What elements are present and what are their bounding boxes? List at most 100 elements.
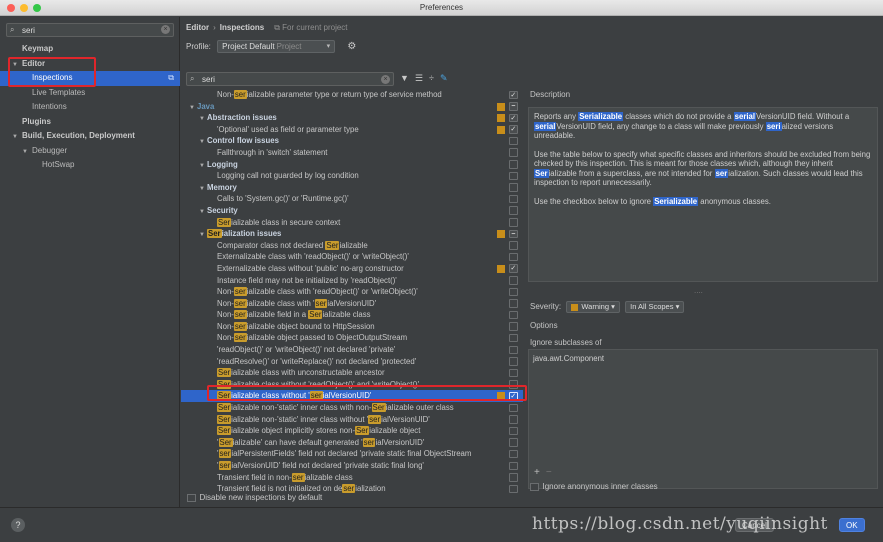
inspection-row[interactable]: Calls to 'System.gc()' or 'Runtime.gc()' [181,193,523,205]
enable-checkbox[interactable] [509,136,518,146]
sidebar-item-keymap[interactable]: Keymap [0,42,180,57]
inspections-search[interactable]: ⌕ × [186,72,394,86]
expanded-arrow-icon[interactable]: ▼ [12,58,22,73]
ignore-anonymous-checkbox[interactable] [530,482,539,492]
enable-checkbox[interactable] [509,171,518,181]
inspection-row[interactable]: 'serialPersistentFields' field not decla… [181,448,523,460]
remove-icon[interactable]: − [546,467,552,478]
inspection-row[interactable]: Serializable class without 'readObject()… [181,379,523,391]
inspection-category[interactable]: ▼ Memory [181,182,523,194]
add-icon[interactable]: + [534,467,540,478]
inspection-row[interactable]: Serializable class in secure context [181,217,523,229]
inspection-row[interactable]: Comparator class not declared Serializab… [181,240,523,252]
enable-checkbox[interactable]: ✓ [509,264,518,273]
gear-icon[interactable]: ⚙ [347,41,356,52]
sidebar-item-debugger[interactable]: ▼ Debugger [0,144,180,159]
inspection-row[interactable]: Externalizable class with 'readObject()'… [181,251,523,263]
sidebar-item-hotswap[interactable]: HotSwap [0,158,180,173]
inspection-row[interactable]: Serializable class without 'serialVersio… [181,390,523,403]
enable-checkbox[interactable] [509,438,518,447]
severity-dropdown[interactable]: Warning ▾ [566,301,620,313]
enable-checkbox[interactable] [509,287,518,297]
inspection-row[interactable]: Non-serializable object bound to HttpSes… [181,321,523,333]
enable-checkbox[interactable] [509,206,518,215]
enable-checkbox[interactable] [509,194,518,204]
enable-checkbox[interactable] [509,218,518,227]
clear-search-icon[interactable]: × [381,75,390,84]
enable-checkbox[interactable] [509,380,518,389]
inspection-category[interactable]: ▼ Abstraction issues ✓ [181,112,523,124]
ignore-subclasses-list[interactable]: java.awt.Component [528,349,878,489]
expanded-arrow-icon[interactable]: ▼ [22,145,32,160]
inspections-search-input[interactable] [202,74,352,85]
inspection-row[interactable]: Externalizable class without 'public' no… [181,263,523,275]
inspection-row[interactable]: Transient field in non-serializable clas… [181,472,523,484]
sidebar-item-inspections[interactable]: Inspections ⧉ [0,71,180,86]
expand-all-icon[interactable]: ☰ [415,73,423,84]
enable-checkbox[interactable] [509,426,518,436]
enable-checkbox[interactable] [509,299,518,308]
enable-checkbox[interactable]: ✓ [509,125,518,134]
inspection-row[interactable]: Instance field may not be initialized by… [181,275,523,287]
enable-checkbox[interactable] [509,415,518,424]
enable-checkbox[interactable] [509,333,518,343]
enable-checkbox[interactable]: ✓ [509,90,518,99]
inspection-row[interactable]: 'Optional' used as field or parameter ty… [181,124,523,136]
enable-checkbox[interactable] [509,345,518,355]
sidebar-item-intentions[interactable]: Intentions [0,100,180,115]
enable-checkbox[interactable] [509,461,518,470]
inspection-row[interactable]: 'Serializable' can have default generate… [181,437,523,449]
inspection-row[interactable]: Non-serializable field in a Serializable… [181,309,523,321]
filter-icon[interactable]: ▼ [400,73,409,83]
splitter-handle[interactable]: .... [694,286,703,295]
enable-checkbox[interactable] [509,484,518,494]
reset-broom-icon[interactable]: ✎ [440,73,448,84]
enable-checkbox[interactable]: ✓ [509,113,518,123]
inspection-row[interactable]: Serializable non-'static' inner class wi… [181,414,523,426]
inspection-row[interactable]: Non-serializable class with 'serialVersi… [181,298,523,310]
sidebar-item-editor[interactable]: ▼ Editor [0,57,180,72]
enable-checkbox[interactable] [509,357,518,366]
profile-dropdown[interactable]: Project Default Project ▾ [217,40,336,53]
enable-checkbox[interactable]: − [509,229,518,239]
enable-checkbox[interactable] [509,449,518,459]
inspection-row[interactable]: Non-serializable object passed to Object… [181,332,523,344]
ignore-list-item[interactable]: java.awt.Component [533,354,873,363]
scope-dropdown[interactable]: In All Scopes ▾ [625,301,685,313]
enable-checkbox[interactable] [509,160,518,169]
inspection-row[interactable]: 'serialVersionUID' field not declared 'p… [181,460,523,472]
enable-checkbox[interactable]: ✓ [509,391,518,401]
disable-new-checkbox[interactable] [187,493,196,503]
disable-new-inspections[interactable]: Disable new inspections by default [187,493,322,503]
enable-checkbox[interactable] [509,252,518,262]
expanded-arrow-icon[interactable]: ▼ [12,130,22,145]
help-button[interactable]: ? [11,518,25,532]
inspection-row[interactable]: Serializable non-'static' inner class wi… [181,402,523,414]
inspection-row[interactable]: Serializable class with unconstructable … [181,367,523,379]
sidebar-item-plugins[interactable]: Plugins [0,115,180,130]
enable-checkbox[interactable] [509,368,518,378]
enable-checkbox[interactable] [509,241,518,250]
enable-checkbox[interactable] [509,403,518,413]
enable-checkbox[interactable] [509,322,518,331]
settings-search-input[interactable] [22,25,152,36]
enable-checkbox[interactable] [509,183,518,192]
enable-checkbox[interactable]: − [509,102,518,111]
inspection-category[interactable]: ▼ Serialization issues − [181,228,523,240]
inspection-row[interactable]: Non-serializable class with 'readObject(… [181,286,523,298]
inspection-category[interactable]: ▼ Java − [181,101,523,113]
enable-checkbox[interactable] [509,310,518,320]
collapse-all-icon[interactable]: ÷ [429,73,434,83]
settings-search[interactable]: ⌕ × [6,23,174,37]
enable-checkbox[interactable] [509,473,518,482]
enable-checkbox[interactable] [509,148,518,157]
ignore-anonymous-option[interactable]: Ignore anonymous inner classes [530,482,658,492]
inspection-row[interactable]: 'readResolve()' or 'writeReplace()' not … [181,356,523,368]
inspection-row[interactable]: 'readObject()' or 'writeObject()' not de… [181,344,523,356]
inspection-category[interactable]: ▼ Security [181,205,523,217]
enable-checkbox[interactable] [509,276,518,285]
clear-search-icon[interactable]: × [161,25,170,34]
inspection-category[interactable]: ▼ Logging [181,159,523,171]
ok-button[interactable]: OK [839,518,865,532]
sidebar-item-build-execution-deployment[interactable]: ▼ Build, Execution, Deployment [0,129,180,144]
